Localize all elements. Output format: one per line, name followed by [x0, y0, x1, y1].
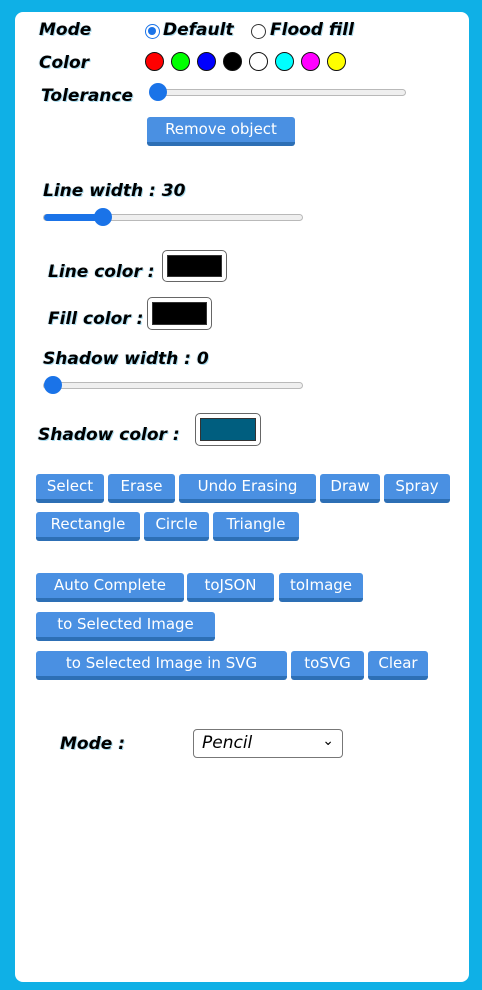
fill-color-label: Fill color :: [48, 309, 144, 329]
circle-button[interactable]: Circle: [144, 512, 209, 541]
fill-color-value: [152, 302, 207, 325]
auto-complete-button[interactable]: Auto Complete: [36, 573, 184, 602]
color-swatch-magenta[interactable]: [301, 52, 320, 71]
shadow-color-picker[interactable]: [195, 413, 261, 446]
chevron-down-icon: ⌄: [322, 733, 334, 749]
spray-button[interactable]: Spray: [384, 474, 450, 503]
color-swatch-white[interactable]: [249, 52, 268, 71]
shadow-width-slider[interactable]: [43, 376, 303, 394]
to-selected-image-button[interactable]: to Selected Image: [36, 612, 215, 641]
to-selected-image-svg-button[interactable]: to Selected Image in SVG: [36, 651, 287, 680]
to-image-button[interactable]: toImage: [279, 573, 363, 602]
shadow-color-label: Shadow color :: [38, 425, 180, 445]
radio-default-selected[interactable]: [145, 24, 160, 39]
tolerance-slider-thumb[interactable]: [149, 83, 167, 101]
draw-button[interactable]: Draw: [320, 474, 380, 503]
shadow-color-value: [200, 418, 256, 441]
mode-option-flood-fill-label: Flood fill: [270, 20, 354, 40]
color-swatch-green[interactable]: [171, 52, 190, 71]
undo-erasing-button[interactable]: Undo Erasing: [179, 474, 316, 503]
shadow-width-label: Shadow width : 0: [43, 349, 209, 369]
rectangle-button[interactable]: Rectangle: [36, 512, 140, 541]
to-json-button[interactable]: toJSON: [187, 573, 274, 602]
line-color-picker[interactable]: [162, 250, 227, 282]
color-label: Color: [39, 53, 90, 73]
color-swatch-black[interactable]: [223, 52, 242, 71]
to-svg-button[interactable]: toSVG: [291, 651, 364, 680]
triangle-button[interactable]: Triangle: [213, 512, 299, 541]
drawing-mode-label: Mode :: [60, 734, 126, 754]
fill-color-picker[interactable]: [147, 297, 212, 330]
radio-flood-fill-unselected[interactable]: [251, 24, 266, 39]
remove-object-button[interactable]: Remove object: [147, 117, 295, 146]
drawing-mode-select[interactable]: Pencil ⌄: [193, 729, 343, 758]
color-swatch-blue[interactable]: [197, 52, 216, 71]
line-width-slider-thumb[interactable]: [94, 208, 112, 226]
mode-label: Mode: [39, 20, 92, 40]
mode-option-default-label: Default: [163, 20, 234, 40]
line-width-slider[interactable]: [43, 208, 303, 226]
line-color-value: [167, 255, 222, 277]
line-color-label: Line color :: [48, 262, 155, 282]
clear-button[interactable]: Clear: [368, 651, 428, 680]
drawing-mode-selected-value: Pencil: [202, 733, 253, 753]
mode-radio-default[interactable]: [145, 21, 160, 40]
line-width-label: Line width : 30: [43, 181, 186, 201]
select-button[interactable]: Select: [36, 474, 104, 503]
tolerance-slider[interactable]: [149, 83, 406, 101]
color-swatch-yellow[interactable]: [327, 52, 346, 71]
color-swatch-cyan[interactable]: [275, 52, 294, 71]
erase-button[interactable]: Erase: [108, 474, 175, 503]
shadow-width-slider-thumb[interactable]: [44, 376, 62, 394]
mode-radio-flood-fill[interactable]: [251, 21, 266, 40]
tolerance-label: Tolerance: [41, 86, 134, 106]
color-swatch-red[interactable]: [145, 52, 164, 71]
